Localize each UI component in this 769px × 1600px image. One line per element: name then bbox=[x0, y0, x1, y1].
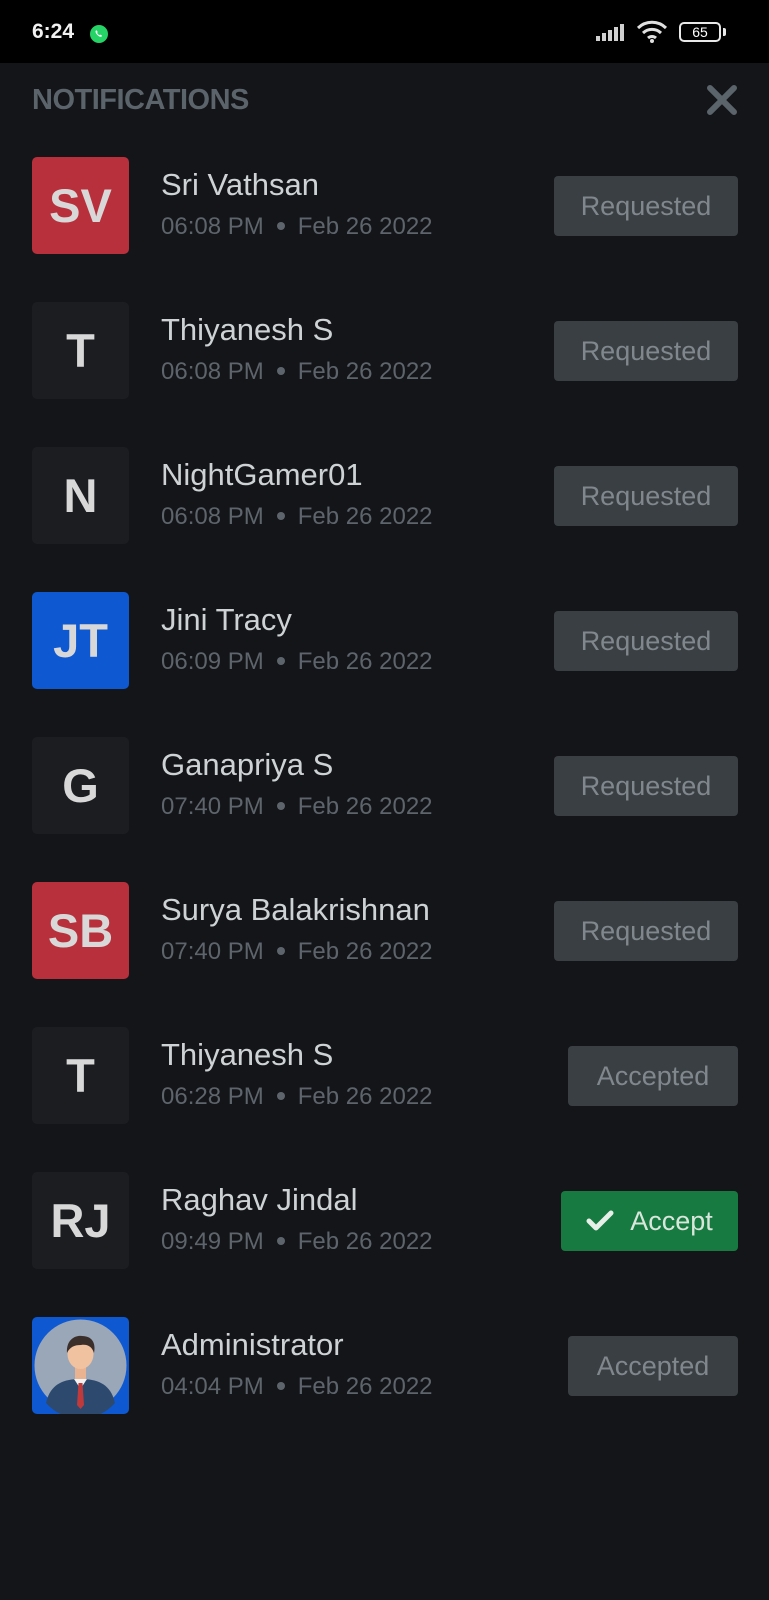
notification-time: 06:08 PM bbox=[161, 213, 264, 240]
sender-name: Ganapriya S bbox=[161, 747, 334, 782]
accepted-status-button[interactable]: Accepted bbox=[568, 1046, 738, 1106]
notification-date: Feb 26 2022 bbox=[297, 503, 433, 530]
notification-time: 09:49 PM bbox=[161, 1228, 264, 1255]
notification-item: JT Jini Tracy 06:09 PM Feb 26 2022 Requested bbox=[0, 582, 769, 727]
sender-name: Raghav Jindal bbox=[161, 1182, 358, 1217]
notification-timestamp: 06:08 PM Feb 26 2022 bbox=[161, 358, 433, 386]
notification-date: Feb 26 2022 bbox=[297, 1228, 433, 1255]
avatar: RJ bbox=[32, 1172, 129, 1269]
notification-time: 06:28 PM bbox=[161, 1083, 264, 1110]
notification-timestamp: 06:08 PM Feb 26 2022 bbox=[161, 503, 433, 531]
sender-name: Thiyanesh S bbox=[161, 312, 334, 347]
notification-item: Administrator 04:04 PM Feb 26 2022 Accepted bbox=[0, 1307, 769, 1452]
sender-name: Thiyanesh S bbox=[161, 1037, 334, 1072]
sender-name: Sri Vathsan bbox=[161, 167, 319, 202]
notification-timestamp: 07:40 PM Feb 26 2022 bbox=[161, 938, 433, 966]
notification-item: SV Sri Vathsan 06:08 PM Feb 26 2022 Requeste… bbox=[0, 147, 769, 292]
status-bar: 6:24 65 bbox=[0, 0, 769, 63]
notification-time: 06:09 PM bbox=[161, 648, 264, 675]
notification-date: Feb 26 2022 bbox=[297, 938, 433, 965]
separator-dot bbox=[276, 656, 285, 665]
avatar: JT bbox=[32, 592, 129, 689]
notification-time: 07:40 PM bbox=[161, 793, 264, 820]
separator-dot bbox=[276, 511, 285, 520]
notification-timestamp: 06:09 PM Feb 26 2022 bbox=[161, 648, 433, 676]
separator-dot bbox=[276, 221, 285, 230]
avatar: N bbox=[32, 447, 129, 544]
notification-time: 04:04 PM bbox=[161, 1373, 264, 1400]
notification-timestamp: 06:08 PM Feb 26 2022 bbox=[161, 213, 433, 241]
accepted-status-button[interactable]: Accepted bbox=[568, 1336, 738, 1396]
sender-name: NightGamer01 bbox=[161, 457, 363, 492]
notification-item: G Ganapriya S 07:40 PM Feb 26 2022 Requested bbox=[0, 727, 769, 872]
requested-status-button[interactable]: Requested bbox=[554, 611, 738, 671]
separator-dot bbox=[276, 946, 285, 955]
sender-name: Administrator bbox=[161, 1327, 344, 1362]
avatar: T bbox=[32, 1027, 129, 1124]
notification-timestamp: 09:49 PM Feb 26 2022 bbox=[161, 1228, 433, 1256]
separator-dot bbox=[276, 1381, 285, 1390]
avatar: SB bbox=[32, 882, 129, 979]
notification-date: Feb 26 2022 bbox=[297, 1083, 433, 1110]
avatar: G bbox=[32, 737, 129, 834]
notification-time: 07:40 PM bbox=[161, 938, 264, 965]
notification-date: Feb 26 2022 bbox=[297, 648, 433, 675]
requested-status-button[interactable]: Requested bbox=[554, 176, 738, 236]
battery-indicator: 65 bbox=[679, 22, 721, 42]
notification-timestamp: 06:28 PM Feb 26 2022 bbox=[161, 1083, 433, 1111]
wifi-icon bbox=[636, 20, 668, 43]
sender-name: Jini Tracy bbox=[161, 602, 292, 637]
requested-status-button[interactable]: Requested bbox=[554, 321, 738, 381]
accept-button-label: Accept bbox=[630, 1205, 713, 1236]
avatar: SV bbox=[32, 157, 129, 254]
whatsapp-icon bbox=[90, 25, 108, 43]
close-icon[interactable] bbox=[706, 84, 738, 116]
notification-timestamp: 07:40 PM Feb 26 2022 bbox=[161, 793, 433, 821]
notification-date: Feb 26 2022 bbox=[297, 1373, 433, 1400]
avatar: T bbox=[32, 302, 129, 399]
signal-icon bbox=[596, 24, 624, 41]
sender-name: Surya Balakrishnan bbox=[161, 892, 430, 927]
status-time: 6:24 bbox=[32, 20, 75, 43]
page-title: NOTIFICATIONS bbox=[32, 84, 249, 116]
notification-item: RJ Raghav Jindal 09:49 PM Feb 26 2022 Accept bbox=[0, 1162, 769, 1307]
user-portrait-icon bbox=[34, 1319, 127, 1414]
requested-status-button[interactable]: Requested bbox=[554, 901, 738, 961]
notification-item: SB Surya Balakrishnan 07:40 PM Feb 26 2022 R… bbox=[0, 872, 769, 1017]
notification-list: SV Sri Vathsan 06:08 PM Feb 26 2022 Requeste… bbox=[0, 147, 769, 1452]
notification-item: T Thiyanesh S 06:08 PM Feb 26 2022 Requested bbox=[0, 292, 769, 437]
notification-date: Feb 26 2022 bbox=[297, 793, 433, 820]
accept-button[interactable]: Accept bbox=[561, 1191, 738, 1251]
notification-time: 06:08 PM bbox=[161, 503, 264, 530]
notification-date: Feb 26 2022 bbox=[297, 358, 433, 385]
notification-date: Feb 26 2022 bbox=[297, 213, 433, 240]
check-icon bbox=[586, 1210, 614, 1231]
notification-item: N NightGamer01 06:08 PM Feb 26 2022 Requeste… bbox=[0, 437, 769, 582]
separator-dot bbox=[276, 801, 285, 810]
separator-dot bbox=[276, 1236, 285, 1245]
avatar bbox=[32, 1317, 129, 1414]
separator-dot bbox=[276, 366, 285, 375]
battery-tip bbox=[723, 28, 726, 36]
notification-item: T Thiyanesh S 06:28 PM Feb 26 2022 Accepted bbox=[0, 1017, 769, 1162]
requested-status-button[interactable]: Requested bbox=[554, 466, 738, 526]
notification-time: 06:08 PM bbox=[161, 358, 264, 385]
notification-timestamp: 04:04 PM Feb 26 2022 bbox=[161, 1373, 433, 1401]
separator-dot bbox=[276, 1091, 285, 1100]
requested-status-button[interactable]: Requested bbox=[554, 756, 738, 816]
